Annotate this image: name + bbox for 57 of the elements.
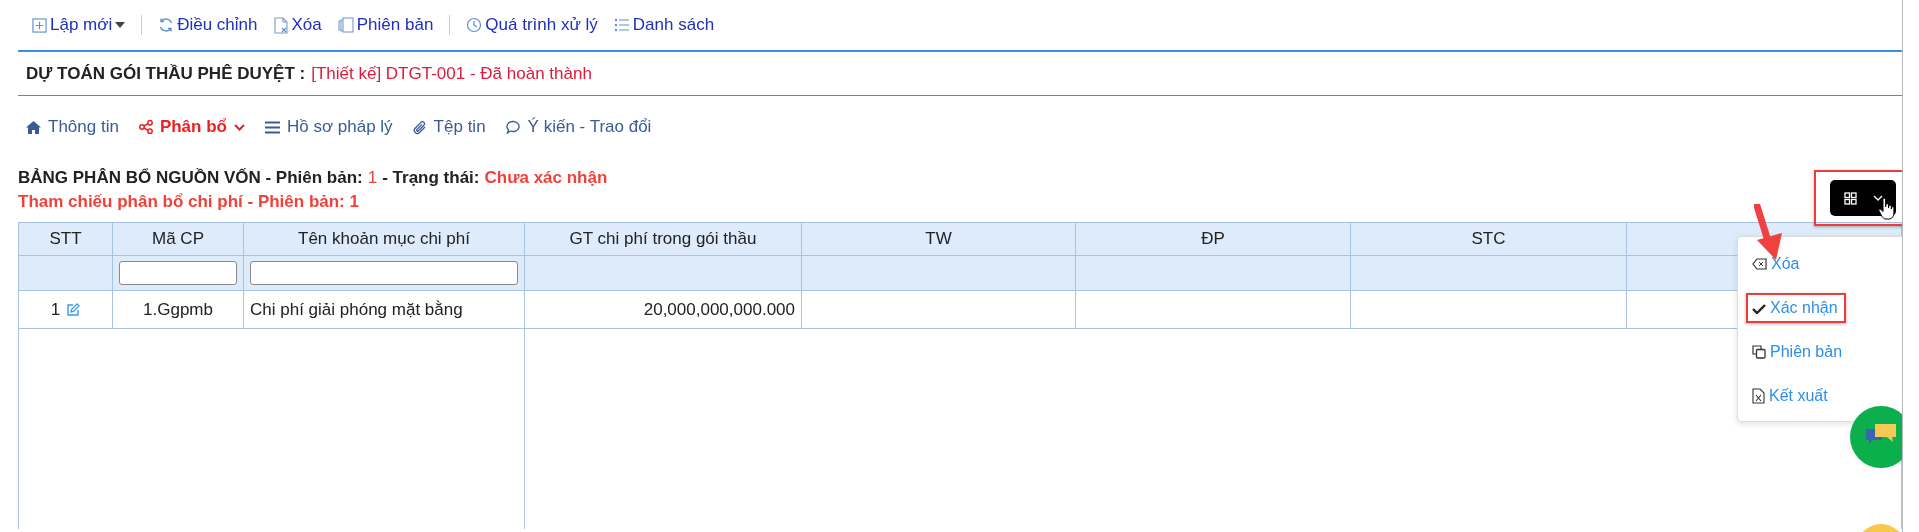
refresh-icon — [158, 17, 175, 33]
column-header: Tên khoản mục chi phí — [243, 222, 525, 256]
toolbar-button[interactable]: Quá trình xử lý — [460, 15, 604, 35]
share-icon — [138, 120, 153, 134]
table-cell: Chi phí giải phóng mặt bằng — [243, 290, 525, 329]
toolbar-button[interactable]: Phiên bản — [331, 15, 440, 35]
spreadsheet-file-icon — [1752, 388, 1765, 404]
table-cell: 1.Ggpmb — [112, 290, 244, 329]
menu-item[interactable]: Xóa — [1746, 249, 1808, 279]
column-header: STT — [18, 222, 113, 256]
state-value: Chưa xác nhận — [484, 168, 608, 188]
tab[interactable]: Hồ sơ pháp lý — [264, 117, 393, 137]
eraser-icon — [1752, 258, 1767, 270]
tab[interactable]: Tệp tin — [412, 117, 486, 137]
section-title: BẢNG PHÂN BỔ NGUỒN VỐN - Phiên bản: — [18, 168, 363, 188]
column-header: ĐP — [1075, 222, 1351, 256]
menu-item[interactable]: Phiên bản — [1746, 337, 1851, 367]
version-number: 1 — [367, 168, 378, 188]
clock-icon — [466, 17, 483, 33]
table-cell: 20,000,000,000.000 — [524, 290, 802, 329]
record-title: DỰ TOÁN GÓI THẦU PHÊ DUYỆT : — [26, 63, 306, 84]
column-header: TW — [801, 222, 1076, 256]
filter-field[interactable] — [119, 261, 237, 285]
paperclip-icon — [412, 119, 427, 135]
menu-item[interactable]: Kết xuất — [1746, 381, 1836, 411]
toolbar-button[interactable]: Điều chỉnh — [152, 15, 264, 35]
menu-icon — [264, 120, 280, 134]
record-status: [Thiết kế] DTGT-001 - Đã hoàn thành — [311, 63, 592, 84]
caret-icon — [115, 22, 126, 28]
speech-bubble-icon — [505, 119, 521, 135]
copy-icon — [337, 17, 354, 33]
toolbar-button[interactable]: Danh sách — [607, 15, 721, 35]
column-header: STC — [1350, 222, 1627, 256]
chevron-down-icon — [233, 123, 245, 131]
filter-field[interactable] — [250, 261, 518, 285]
grid-icon — [1843, 191, 1857, 205]
home-icon — [26, 120, 41, 134]
column-header: GT chi phí trong gói thầu — [524, 222, 802, 256]
tab[interactable]: Thông tin — [26, 117, 119, 137]
reference-text: Tham chiếu phân bổ chi phí - Phiên bản: 1 — [18, 192, 360, 212]
hand-cursor-icon — [1878, 198, 1894, 220]
plus-icon — [32, 17, 47, 33]
edit-icon[interactable] — [66, 302, 81, 317]
list-icon — [613, 17, 630, 33]
tab[interactable]: Phân bổ — [138, 117, 245, 137]
chat-button[interactable] — [1850, 406, 1902, 468]
toolbar-button[interactable]: Xóa — [267, 15, 328, 35]
column-header: Mã CP — [112, 222, 244, 256]
state-label: - Trạng thái: — [382, 168, 480, 188]
row-number: 1 — [50, 299, 61, 320]
toolbar-button[interactable]: Lập mới — [26, 15, 132, 35]
check-icon — [1752, 302, 1766, 314]
chevron-down-icon — [1872, 195, 1883, 201]
file-delete-icon — [273, 16, 289, 34]
menu-item[interactable]: Xác nhận — [1746, 293, 1846, 323]
copy-icon — [1752, 345, 1766, 359]
tab[interactable]: Ý kiến - Trao đổi — [505, 117, 652, 137]
